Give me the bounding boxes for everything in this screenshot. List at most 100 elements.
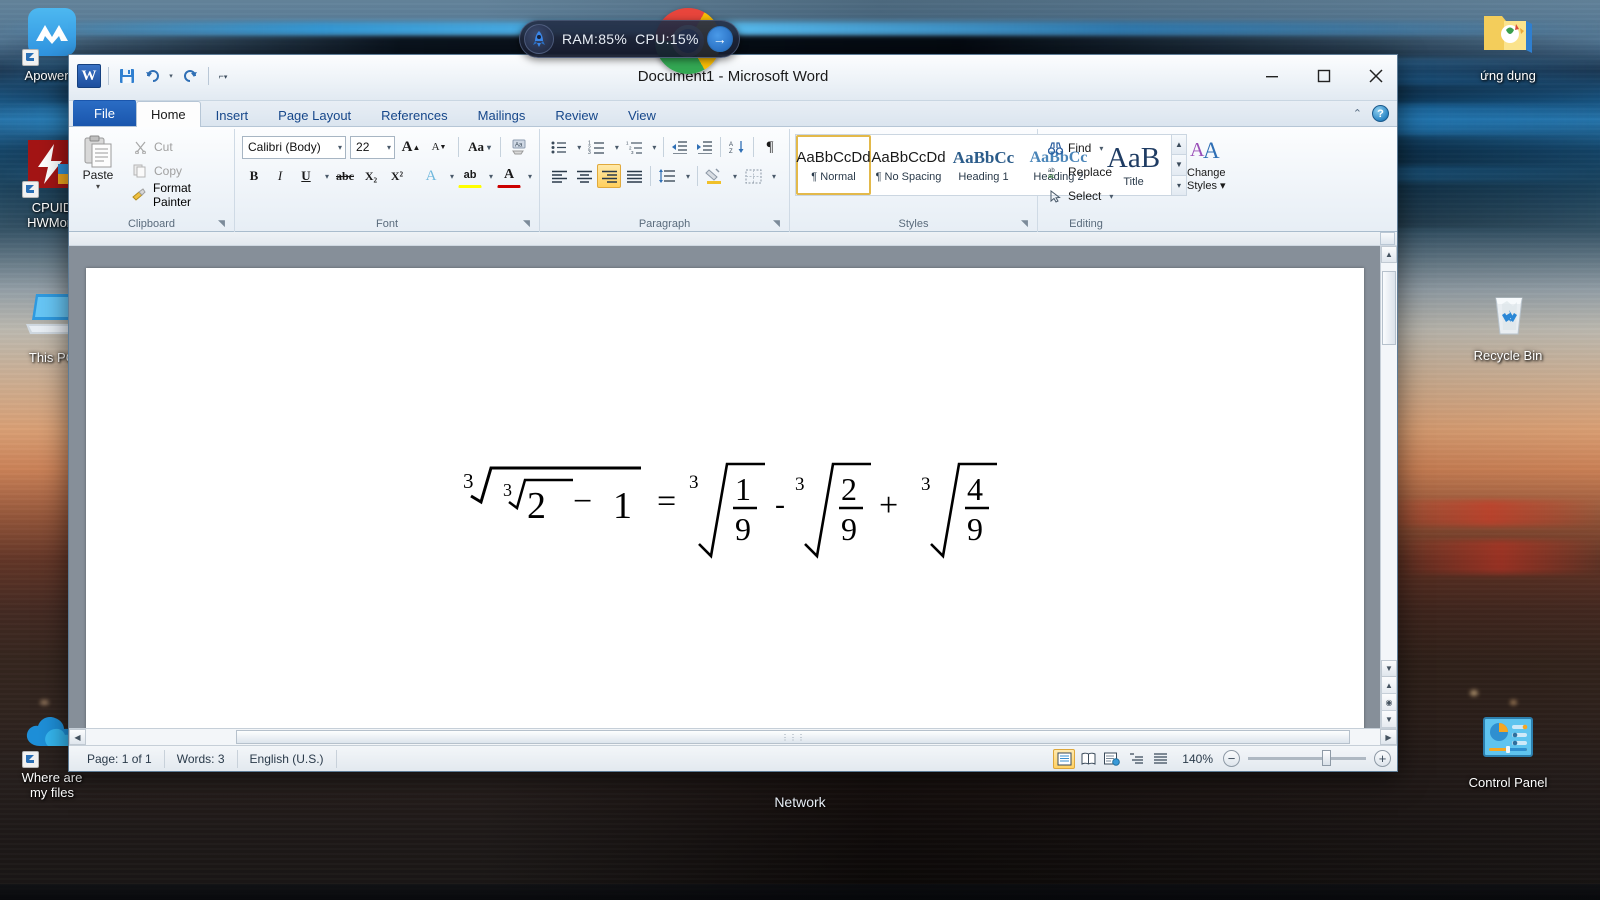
view-ruler-button[interactable] — [1380, 232, 1395, 245]
chevron-down-icon[interactable]: ▾ — [335, 143, 342, 152]
maximize-button[interactable] — [1309, 61, 1339, 91]
bold-button[interactable]: B — [242, 164, 266, 188]
ruler[interactable] — [69, 232, 1397, 246]
multilevel-list-button[interactable]: 123 — [622, 135, 646, 159]
collapse-ribbon-icon[interactable]: ⌃ — [1353, 107, 1362, 120]
find-dropdown-icon[interactable]: ▾ — [1096, 144, 1103, 153]
tab-view[interactable]: View — [613, 102, 671, 127]
view-full-screen-reading-button[interactable] — [1077, 749, 1099, 769]
multilevel-dropdown-icon[interactable]: ▾ — [647, 135, 659, 159]
previous-page-icon[interactable]: ▲ — [1381, 677, 1397, 694]
paragraph-dialog-launcher[interactable]: ◥ — [771, 218, 782, 229]
tab-review[interactable]: Review — [540, 102, 613, 127]
format-painter-button[interactable]: Format Painter — [128, 181, 229, 209]
find-button[interactable]: Find ▾ — [1047, 137, 1113, 159]
line-spacing-dropdown-icon[interactable]: ▾ — [680, 164, 693, 188]
select-browse-object-icon[interactable]: ◉ — [1381, 694, 1397, 711]
view-outline-button[interactable] — [1125, 749, 1147, 769]
minimize-button[interactable] — [1257, 61, 1287, 91]
language-status[interactable]: English (U.S.) — [238, 749, 337, 768]
clear-formatting-button[interactable]: Aa — [508, 135, 532, 159]
taskbar-network-label[interactable]: Network — [0, 794, 1600, 810]
highlight-button[interactable]: ab — [458, 164, 482, 188]
shading-dropdown-icon[interactable]: ▾ — [727, 164, 740, 188]
vscroll-track[interactable] — [1381, 263, 1397, 660]
equation-content[interactable]: 3 3 2 − 1 = 3 1 9 - 3 2 9 + 3 4 9 — [86, 440, 1364, 595]
style-no-spacing[interactable]: AaBbCcDd ¶ No Spacing — [871, 135, 946, 195]
increase-indent-button[interactable] — [692, 135, 716, 159]
cut-button[interactable]: Cut — [128, 136, 229, 158]
tab-page-layout[interactable]: Page Layout — [263, 102, 366, 127]
rocket-icon[interactable] — [524, 24, 554, 54]
zoom-out-button[interactable]: − — [1223, 750, 1240, 767]
text-effects-button[interactable]: A — [419, 164, 443, 188]
select-dropdown-icon[interactable]: ▾ — [1106, 192, 1113, 201]
desktop-icon-ung-dung[interactable]: ứng dụng — [1460, 8, 1556, 83]
view-print-layout-button[interactable] — [1053, 748, 1076, 769]
decrease-indent-button[interactable] — [667, 135, 691, 159]
tab-insert[interactable]: Insert — [201, 102, 264, 127]
zoom-slider-track[interactable] — [1248, 750, 1366, 766]
justify-button[interactable] — [622, 164, 646, 188]
chevron-down-icon[interactable]: ▾ — [384, 143, 391, 152]
close-button[interactable] — [1361, 61, 1391, 91]
font-name-combo[interactable]: Calibri (Body) ▾ — [242, 135, 347, 159]
replace-button[interactable]: ab ac Replace — [1047, 161, 1113, 183]
change-case-button[interactable]: Aa ▾ — [466, 135, 493, 159]
line-spacing-button[interactable] — [655, 164, 679, 188]
zoom-level-label[interactable]: 140% — [1172, 752, 1223, 766]
font-dialog-launcher[interactable]: ◥ — [521, 218, 532, 229]
styles-scroll-down-icon[interactable]: ▼ — [1172, 155, 1186, 176]
help-icon[interactable]: ? — [1372, 105, 1389, 122]
strikethrough-button[interactable]: abc — [333, 164, 357, 188]
view-web-layout-button[interactable] — [1101, 749, 1123, 769]
system-monitor-widget[interactable]: RAM:85% CPU:15% → — [519, 20, 740, 58]
styles-dialog-launcher[interactable]: ◥ — [1019, 218, 1030, 229]
style-heading-1[interactable]: AaBbCc Heading 1 — [946, 135, 1021, 195]
italic-button[interactable]: I — [268, 164, 292, 188]
borders-button[interactable] — [741, 164, 765, 188]
show-formatting-marks-button[interactable]: ¶ — [758, 135, 782, 159]
select-button[interactable]: Select ▾ — [1047, 185, 1113, 207]
numbering-button[interactable]: 123 — [585, 135, 609, 159]
tab-home[interactable]: Home — [135, 101, 201, 127]
styles-scroll-up-icon[interactable]: ▲ — [1172, 135, 1186, 156]
view-draft-button[interactable] — [1149, 749, 1171, 769]
copy-button[interactable]: Copy — [128, 160, 229, 182]
font-size-combo[interactable]: 22 ▾ — [350, 135, 396, 159]
scroll-left-icon[interactable]: ◀ — [69, 729, 86, 745]
page-status[interactable]: Page: 1 of 1 — [75, 749, 165, 768]
document-page[interactable]: 3 3 2 − 1 = 3 1 9 - 3 2 9 + 3 4 9 — [85, 268, 1364, 728]
sort-button[interactable]: AZ — [725, 135, 749, 159]
tab-references[interactable]: References — [366, 102, 462, 127]
bullets-button[interactable] — [547, 135, 571, 159]
desktop-icon-control-panel[interactable]: Control Panel — [1452, 715, 1564, 790]
tab-file[interactable]: File — [73, 100, 136, 126]
paste-button[interactable]: Paste ▾ — [74, 132, 122, 217]
align-right-button[interactable] — [597, 164, 621, 188]
vertical-scrollbar[interactable]: ▲ ▼ ▲ ◉ ▼ — [1380, 246, 1397, 728]
desktop-icon-recycle-bin[interactable]: Recycle Bin — [1460, 288, 1556, 363]
tab-mailings[interactable]: Mailings — [463, 102, 541, 127]
subscript-button[interactable]: X₂ — [359, 164, 383, 188]
highlight-dropdown-icon[interactable]: ▾ — [484, 164, 495, 188]
word-count-status[interactable]: Words: 3 — [165, 749, 238, 768]
hscroll-thumb[interactable]: ⋮⋮⋮ — [236, 730, 1350, 744]
underline-dropdown-icon[interactable]: ▾ — [320, 164, 331, 188]
superscript-button[interactable]: X² — [385, 164, 409, 188]
scroll-up-icon[interactable]: ▲ — [1381, 246, 1397, 263]
change-styles-button[interactable]: A A Change Styles ▾ — [1187, 132, 1226, 217]
numbering-dropdown-icon[interactable]: ▾ — [610, 135, 622, 159]
align-left-button[interactable] — [547, 164, 571, 188]
zoom-slider-thumb[interactable] — [1322, 750, 1331, 766]
zoom-in-button[interactable]: + — [1374, 750, 1391, 767]
shading-button[interactable] — [702, 164, 726, 188]
vscroll-thumb[interactable] — [1382, 271, 1396, 345]
bullets-dropdown-icon[interactable]: ▾ — [572, 135, 584, 159]
horizontal-scrollbar[interactable]: ◀ ⋮⋮⋮ ▶ — [69, 728, 1397, 745]
scroll-down-icon[interactable]: ▼ — [1381, 660, 1397, 677]
paste-dropdown-icon[interactable]: ▾ — [96, 182, 100, 191]
align-center-button[interactable] — [572, 164, 596, 188]
grow-font-button[interactable]: A ▲ — [399, 135, 423, 159]
next-page-icon[interactable]: ▼ — [1381, 711, 1397, 728]
